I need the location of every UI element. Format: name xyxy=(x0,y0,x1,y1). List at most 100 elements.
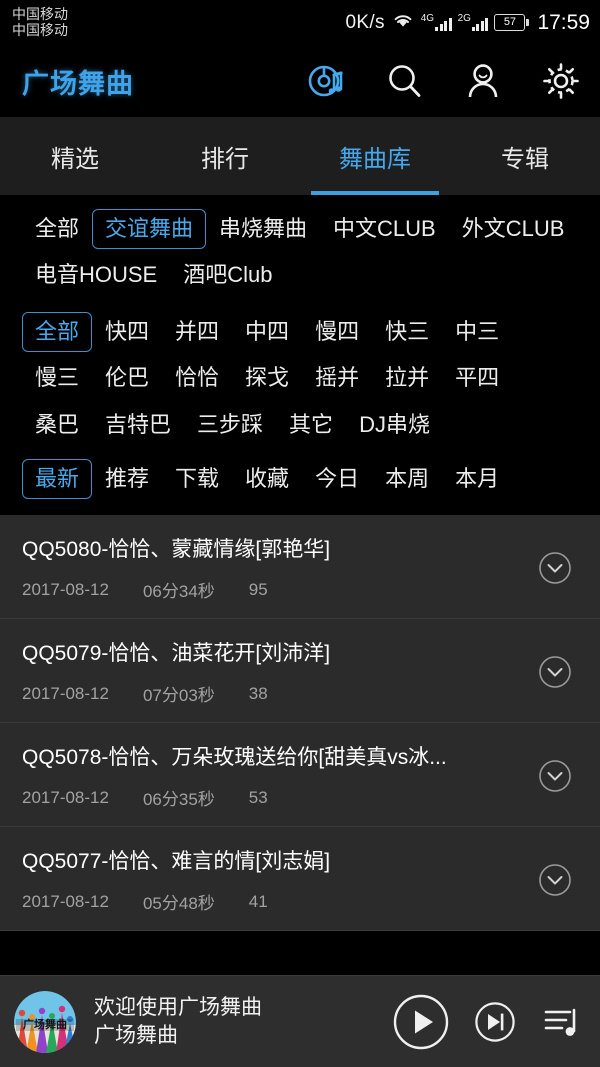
signal-bars-sim1 xyxy=(435,17,452,31)
song-title: QQ5080-恰恰、蒙藏情缘[郭艳华] xyxy=(22,538,331,562)
app-bar: 广场舞曲 xyxy=(0,45,600,117)
filter-chip-style[interactable]: 探戈 xyxy=(232,358,302,398)
filter-chip-category[interactable]: 全部 xyxy=(22,209,92,249)
signal-sim1: 4G xyxy=(421,14,452,31)
player-track-info: 欢迎使用广场舞曲 广场舞曲 xyxy=(94,994,382,1049)
player-bar[interactable]: 广场舞曲 欢迎使用广场舞曲 广场舞曲 xyxy=(0,975,600,1067)
signal-sim2: 2G xyxy=(458,14,489,31)
chevron-down-circle-icon[interactable] xyxy=(532,857,578,903)
song-list[interactable]: QQ5080-恰恰、蒙藏情缘[郭艳华] 2017-08-12 06分34秒 95… xyxy=(0,515,600,932)
filter-chip-category[interactable]: 电音HOUSE xyxy=(22,255,170,295)
song-title: QQ5078-恰恰、万朵玫瑰送给你[甜美真vs冰... xyxy=(22,746,447,770)
song-title: QQ5079-恰恰、油菜花开[刘沛洋] xyxy=(22,642,331,666)
table-row[interactable]: QQ5079-恰恰、油菜花开[刘沛洋] 2017-08-12 07分03秒 38 xyxy=(0,619,600,724)
filter-chip-style[interactable]: 伦巴 xyxy=(92,358,162,398)
filter-chip-sort[interactable]: 推荐 xyxy=(92,459,162,499)
album-art[interactable]: 广场舞曲 xyxy=(14,990,76,1053)
tab-zhuanji[interactable]: 专辑 xyxy=(450,117,600,195)
tab-jingxuan[interactable]: 精选 xyxy=(0,117,150,195)
row-content: QQ5079-恰恰、油菜花开[刘沛洋] 2017-08-12 07分03秒 38 xyxy=(22,637,532,706)
filter-chip-category[interactable]: 外文CLUB xyxy=(449,209,578,249)
row-content: QQ5077-恰恰、难言的情[刘志娟] 2017-08-12 05分48秒 41 xyxy=(22,845,532,914)
filter-chip-style[interactable]: 桑巴 xyxy=(22,405,92,445)
player-track-title: 欢迎使用广场舞曲 xyxy=(94,995,262,1019)
music-disc-icon[interactable] xyxy=(306,60,348,102)
song-duration: 06分34秒 xyxy=(142,582,215,602)
sim1-network-type: 4G xyxy=(420,13,435,24)
song-duration: 07分03秒 xyxy=(142,686,215,706)
filter-chip-style[interactable]: 慢四 xyxy=(302,312,372,352)
filter-chip-sort[interactable]: 收藏 xyxy=(232,459,302,499)
filter-chip-category[interactable]: 串烧舞曲 xyxy=(206,209,320,249)
filter-chip-category[interactable]: 酒吧Club xyxy=(170,255,285,295)
tab-paihang[interactable]: 排行 xyxy=(150,117,300,195)
status-indicators: 0K/s 4G 2G 57 17:59 xyxy=(346,11,590,35)
filter-chip-style-selected[interactable]: 全部 xyxy=(22,311,93,353)
table-row[interactable]: QQ5078-恰恰、万朵玫瑰送给你[甜美真vs冰... 2017-08-12 0… xyxy=(0,723,600,828)
search-icon[interactable] xyxy=(384,60,426,102)
play-icon[interactable] xyxy=(392,993,450,1051)
filter-chip-category-selected[interactable]: 交谊舞曲 xyxy=(92,209,207,250)
playlist-icon[interactable] xyxy=(540,1000,584,1044)
wifi-icon xyxy=(391,11,415,34)
filter-group-sort: 最新 推荐 下载 收藏 今日 本周 本月 xyxy=(0,458,600,500)
filter-chip-style[interactable]: 恰恰 xyxy=(162,358,232,398)
battery-icon: 57 xyxy=(494,14,530,31)
svg-text:广场舞曲: 广场舞曲 xyxy=(23,1017,67,1031)
filter-group-style: 全部 快四 并四 中四 慢四 快三 中三 慢三 伦巴 恰恰 探戈 摇并 拉并 平… xyxy=(0,311,600,445)
network-speed: 0K/s xyxy=(345,11,385,33)
skip-next-icon[interactable] xyxy=(474,1001,516,1043)
chevron-down-circle-icon[interactable] xyxy=(532,649,578,695)
chevron-down-circle-icon[interactable] xyxy=(532,753,578,799)
filter-chip-style[interactable]: 摇并 xyxy=(302,358,372,398)
song-date: 2017-08-12 xyxy=(22,787,109,807)
filter-chip-sort[interactable]: 本周 xyxy=(372,459,442,499)
song-duration: 05分48秒 xyxy=(142,894,215,914)
song-date: 2017-08-12 xyxy=(22,579,109,599)
filter-chip-sort[interactable]: 今日 xyxy=(302,459,372,499)
filter-chip-style[interactable]: 吉特巴 xyxy=(92,405,184,445)
filter-chip-style[interactable]: 快四 xyxy=(92,312,162,352)
carrier-sim1: 中国移动 xyxy=(12,5,68,22)
table-row[interactable]: QQ5077-恰恰、难言的情[刘志娟] 2017-08-12 05分48秒 41 xyxy=(0,827,600,932)
filter-chip-sort[interactable]: 本月 xyxy=(442,459,512,499)
signal-bars-sim2 xyxy=(471,17,489,31)
tab-wuqu-ku[interactable]: 舞曲库 xyxy=(300,117,450,195)
song-meta: 2017-08-12 05分48秒 41 xyxy=(22,889,514,914)
song-count: 38 xyxy=(248,683,268,703)
tab-label: 专辑 xyxy=(501,145,549,173)
filter-chip-sort[interactable]: 下载 xyxy=(162,459,232,499)
chevron-down-circle-icon[interactable] xyxy=(532,545,578,591)
app-bar-actions xyxy=(306,60,582,102)
clock: 17:59 xyxy=(537,10,590,34)
filter-panel: 全部 交谊舞曲 串烧舞曲 中文CLUB 外文CLUB 电音HOUSE 酒吧Clu… xyxy=(0,195,600,516)
filter-chip-style[interactable]: DJ串烧 xyxy=(346,405,443,445)
tab-label: 排行 xyxy=(201,145,249,173)
filter-chip-style[interactable]: 中三 xyxy=(442,312,512,352)
filter-chip-style[interactable]: 中四 xyxy=(232,312,302,352)
filter-chip-style[interactable]: 拉并 xyxy=(372,358,442,398)
filter-chip-style[interactable]: 快三 xyxy=(372,312,442,352)
status-bar: 中国移动 中国移动 0K/s 4G 2G 57 17:59 xyxy=(0,0,600,45)
filter-chip-style[interactable]: 并四 xyxy=(162,312,232,352)
row-content: QQ5078-恰恰、万朵玫瑰送给你[甜美真vs冰... 2017-08-12 0… xyxy=(22,741,532,810)
sim2-network-type: 2G xyxy=(457,13,471,24)
song-count: 53 xyxy=(248,787,268,807)
filter-chip-sort-selected[interactable]: 最新 xyxy=(22,458,93,500)
player-track-artist: 广场舞曲 xyxy=(94,1023,178,1047)
song-duration: 06分35秒 xyxy=(142,790,215,810)
filter-chip-style[interactable]: 三步踩 xyxy=(184,405,276,445)
table-row[interactable]: QQ5080-恰恰、蒙藏情缘[郭艳华] 2017-08-12 06分34秒 95 xyxy=(0,515,600,620)
filter-chip-category[interactable]: 中文CLUB xyxy=(320,209,449,249)
filter-chip-style[interactable]: 其它 xyxy=(276,405,346,445)
carrier-sim2: 中国移动 xyxy=(12,21,68,38)
user-icon[interactable] xyxy=(462,60,504,102)
filter-chip-style[interactable]: 慢三 xyxy=(22,358,92,398)
gear-icon[interactable] xyxy=(540,60,582,102)
tab-label: 舞曲库 xyxy=(339,145,411,173)
song-count: 95 xyxy=(248,579,268,599)
row-content: QQ5080-恰恰、蒙藏情缘[郭艳华] 2017-08-12 06分34秒 95 xyxy=(22,533,532,602)
song-meta: 2017-08-12 06分35秒 53 xyxy=(22,785,514,810)
filter-chip-style[interactable]: 平四 xyxy=(442,358,512,398)
song-title: QQ5077-恰恰、难言的情[刘志娟] xyxy=(22,850,331,874)
